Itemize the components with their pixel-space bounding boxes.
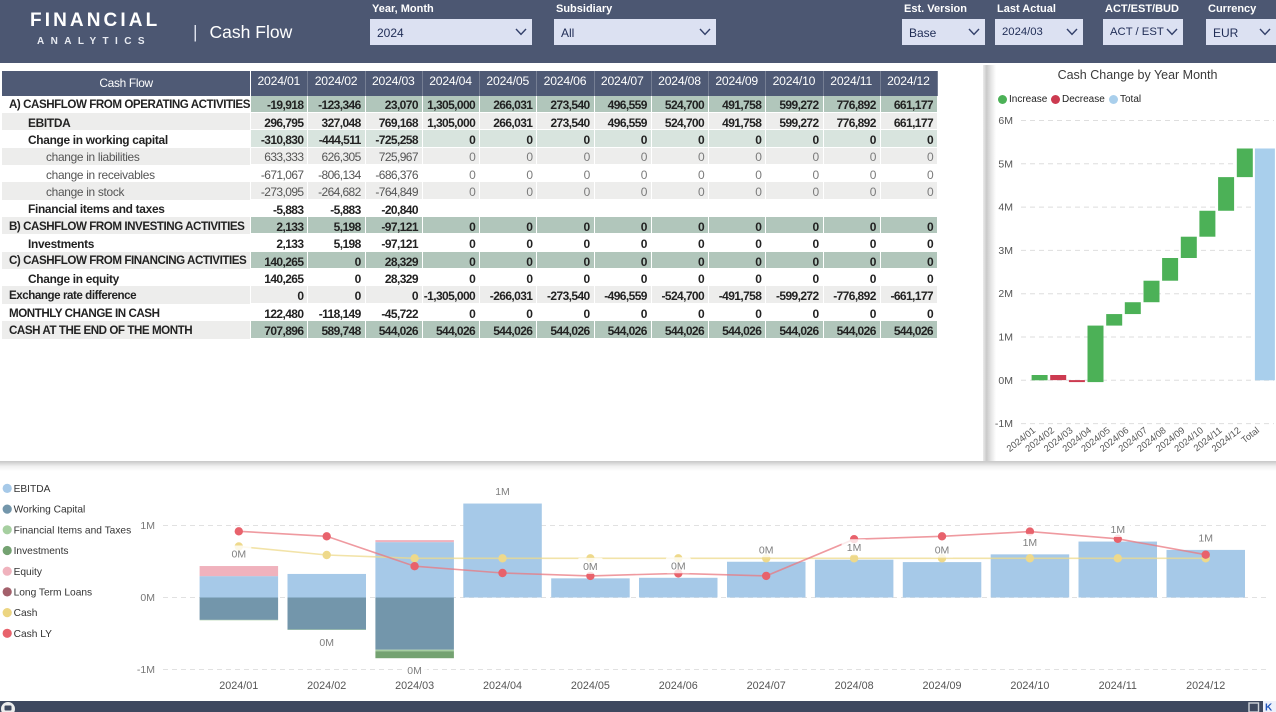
svg-text:0M: 0M [671,560,686,572]
svg-text:0M: 0M [998,375,1013,387]
svg-text:1M: 1M [1023,537,1038,549]
svg-text:2024/11: 2024/11 [1099,680,1137,692]
svg-text:Long Term Loans: Long Term Loans [14,588,93,599]
svg-text:1M: 1M [1198,532,1213,544]
svg-text:5M: 5M [998,158,1013,170]
svg-text:4M: 4M [998,202,1013,214]
svg-text:2024/08: 2024/08 [835,680,874,692]
svg-text:0M: 0M [319,637,334,649]
svg-text:Equity: Equity [14,567,43,578]
svg-text:2024/02: 2024/02 [307,680,346,692]
svg-text:-1M: -1M [995,418,1013,430]
svg-text:2024/03: 2024/03 [395,680,434,692]
svg-text:1M: 1M [998,332,1013,344]
svg-text:1M: 1M [495,486,510,498]
svg-text:Working Capital: Working Capital [14,505,86,516]
svg-text:EBITDA: EBITDA [14,484,51,495]
svg-text:3M: 3M [998,245,1013,257]
svg-text:2024/01: 2024/01 [219,680,258,692]
svg-text:0M: 0M [232,549,247,561]
svg-text:2024/07: 2024/07 [747,680,786,692]
svg-text:2024/06: 2024/06 [659,680,698,692]
svg-text:2M: 2M [998,288,1013,300]
svg-text:0M: 0M [140,592,155,604]
svg-text:Investments: Investments [14,546,69,557]
svg-text:2024/10: 2024/10 [1010,680,1049,692]
svg-text:2024/12: 2024/12 [1186,680,1225,692]
svg-text:2024/09: 2024/09 [922,680,961,692]
svg-text:2024/05: 2024/05 [571,680,610,692]
svg-text:2024/04: 2024/04 [483,680,522,692]
svg-text:1M: 1M [140,520,155,532]
svg-text:Financial Items and Taxes: Financial Items and Taxes [14,525,132,536]
svg-text:Total: Total [1239,425,1261,445]
svg-text:1M: 1M [1111,524,1126,536]
svg-text:0M: 0M [759,544,774,556]
svg-text:K: K [1265,703,1273,712]
svg-text:1M: 1M [847,542,862,554]
svg-text:0M: 0M [583,561,598,573]
svg-text:0M: 0M [935,545,950,557]
svg-text:0M: 0M [407,665,422,677]
svg-text:Cash LY: Cash LY [14,629,53,640]
svg-text:-1M: -1M [137,664,155,676]
svg-text:6M: 6M [998,115,1013,127]
svg-text:Cash: Cash [14,608,38,619]
